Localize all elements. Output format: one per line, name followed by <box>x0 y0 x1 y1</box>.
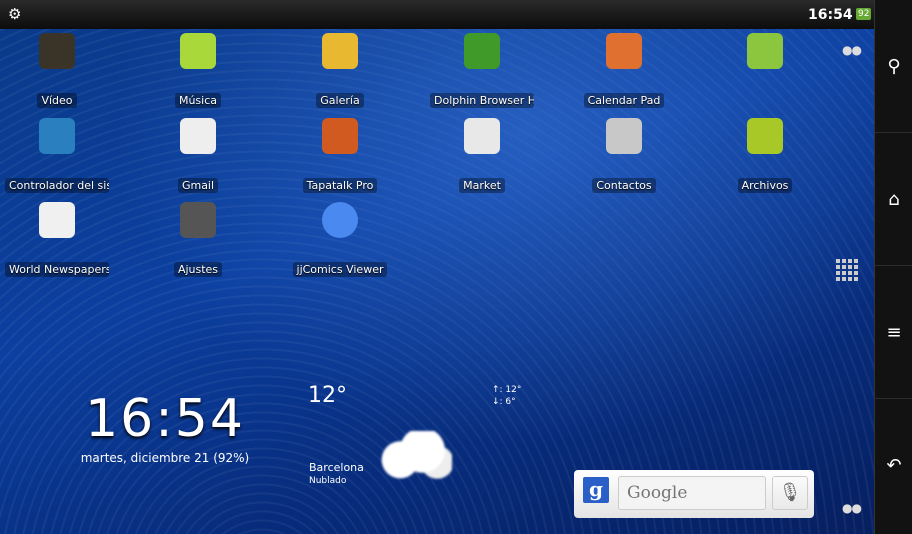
files-icon <box>747 118 783 154</box>
speech-bubble-icon <box>322 202 358 238</box>
android-app-icon <box>747 33 783 69</box>
app-label: Contactos <box>592 178 656 193</box>
weather-city: Barcelona <box>309 461 364 474</box>
app-shortcut[interactable]: Market <box>417 118 547 197</box>
gallery-icon <box>322 33 358 69</box>
app-shortcut[interactable]: Música <box>133 33 263 112</box>
menu-icon: ≡ <box>886 321 902 343</box>
app-label: Música <box>174 93 222 108</box>
calendar-icon <box>606 33 642 69</box>
settings-icon <box>180 202 216 238</box>
app-shortcut[interactable]: Gmail <box>133 118 263 197</box>
app-shortcut[interactable]: Archivos <box>700 118 830 197</box>
app-label: Gmail <box>177 178 219 193</box>
weather-condition: Nublado <box>309 476 347 486</box>
status-bar: ⚙ 16:54 92 <box>0 0 874 29</box>
tapatalk-icon <box>322 118 358 154</box>
contacts-icon <box>606 118 642 154</box>
app-label: Ajustes <box>173 262 223 277</box>
back-button[interactable]: ↶ <box>875 399 912 532</box>
weather-temp: 12° <box>308 383 347 408</box>
gmail-icon <box>180 118 216 154</box>
app-label: Controlador del siste <box>5 178 109 193</box>
system-bar: ⚲ ⌂ ≡ ↶ <box>874 0 912 534</box>
search-button[interactable]: ⚲ <box>875 0 912 133</box>
app-drawer-icon[interactable] <box>836 259 860 283</box>
status-time: 16:54 <box>808 7 853 23</box>
clock-date: martes, diciembre 21 (92%) <box>80 451 250 465</box>
video-icon <box>39 33 75 69</box>
newspaper-icon <box>39 202 75 238</box>
page-indicator-bottom[interactable]: ●● <box>842 501 862 515</box>
app-shortcut[interactable]: Galería <box>275 33 405 112</box>
app-label: jjComics Viewer <box>292 262 388 277</box>
music-icon <box>180 33 216 69</box>
weather-widget[interactable]: 12° ↑: 12° ↓: 6° Barcelona Nublado <box>300 379 530 499</box>
app-label: Vídeo <box>37 93 77 108</box>
dolphin-browser-icon <box>464 33 500 69</box>
search-icon: ⚲ <box>887 55 901 77</box>
voice-search-button[interactable]: 🎙 <box>772 476 808 510</box>
app-shortcut[interactable]: Ajustes <box>133 202 263 281</box>
weather-low: ↓: 6° <box>492 397 516 407</box>
search-input[interactable] <box>618 476 766 510</box>
menu-button[interactable]: ≡ <box>875 266 912 399</box>
usb-debug-icon[interactable]: ⚙ <box>8 5 21 23</box>
app-shortcut[interactable]: Calendar Pad <box>559 33 689 112</box>
weather-high: ↑: 12° <box>492 385 522 395</box>
google-search-widget[interactable]: g 🎙 <box>574 470 814 518</box>
home-screen: Vídeo Música Galería Dolphin Browser HD Cale… <box>0 29 874 534</box>
app-label: Galería <box>316 93 364 108</box>
app-label: Tapatalk Pro <box>302 178 378 193</box>
app-shortcut[interactable]: jjComics Viewer <box>275 202 405 281</box>
app-label: Archivos <box>737 178 793 193</box>
system-monitor-icon <box>39 118 75 154</box>
app-shortcut[interactable]: Tapatalk Pro <box>275 118 405 197</box>
clock-time: 16:54 <box>85 389 245 449</box>
app-label: Market <box>459 178 505 193</box>
app-shortcut[interactable] <box>700 33 830 69</box>
app-label: Calendar Pad <box>583 93 665 108</box>
app-label: Dolphin Browser HD <box>430 93 534 108</box>
app-label: World Newspapers <box>5 262 109 277</box>
google-logo-icon[interactable]: g <box>583 477 609 503</box>
app-shortcut[interactable]: Dolphin Browser HD <box>417 33 547 112</box>
app-shortcut[interactable]: Contactos <box>559 118 689 197</box>
app-shortcut[interactable]: Vídeo <box>0 33 122 112</box>
home-button[interactable]: ⌂ <box>875 133 912 266</box>
app-shortcut[interactable]: World Newspapers <box>0 202 122 281</box>
app-shortcut[interactable]: Controlador del siste <box>0 118 122 197</box>
cloud-icon <box>378 431 452 479</box>
home-icon: ⌂ <box>888 188 900 210</box>
page-indicator-top[interactable]: ●● <box>842 43 862 57</box>
back-icon: ↶ <box>886 455 902 476</box>
market-icon <box>464 118 500 154</box>
clock-widget[interactable]: 16:54 martes, diciembre 21 (92%) <box>60 389 270 465</box>
battery-icon: 92 <box>856 8 872 20</box>
